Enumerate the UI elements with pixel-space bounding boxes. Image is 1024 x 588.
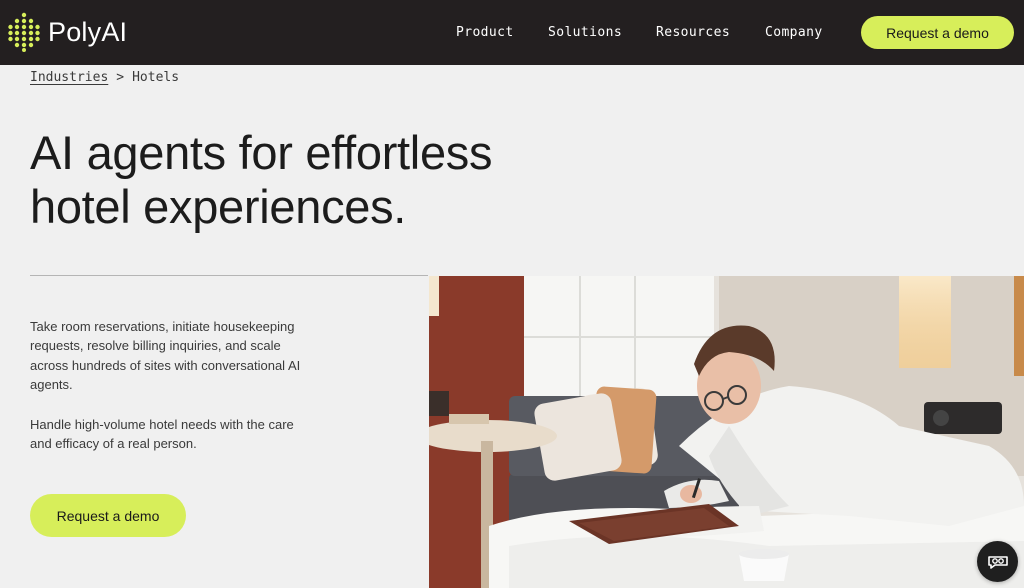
breadcrumb-current-hotels: Hotels (132, 70, 180, 85)
top-navigation-bar: PolyAI Product Solutions Resources Compa… (0, 0, 1024, 65)
breadcrumb-separator: > (116, 70, 125, 85)
page-title-line-2: hotel experiences. (30, 180, 407, 233)
nav-item-solutions[interactable]: Solutions (548, 0, 622, 65)
hero-description-1: Take room reservations, initiate houseke… (30, 319, 301, 392)
hotel-guest-photo (429, 276, 1024, 588)
breadcrumb-link-industries[interactable]: Industries (30, 70, 108, 85)
hero-description-2: Handle high-volume hotel needs with the … (30, 417, 294, 452)
page-title-line-1: AI agents for effortless (30, 126, 493, 179)
brand-name: PolyAI (48, 16, 128, 47)
nav-item-resources[interactable]: Resources (656, 0, 730, 65)
breadcrumb: Industries > Hotels (30, 70, 179, 85)
request-demo-button[interactable]: Request a demo (30, 494, 186, 537)
page-title: AI agents for effortless hotel experienc… (30, 126, 590, 234)
brand-logo[interactable]: PolyAI (8, 12, 127, 52)
request-demo-button-header[interactable]: Request a demo (861, 16, 1014, 49)
chat-widget-button[interactable] (977, 541, 1018, 582)
hotel-room-illustration (429, 276, 1024, 588)
section-divider (30, 275, 428, 276)
chat-bubble-icon (987, 555, 1008, 569)
nav-item-company[interactable]: Company (765, 0, 823, 65)
polyai-logo-icon (8, 12, 40, 52)
nav-item-product[interactable]: Product (456, 0, 514, 65)
